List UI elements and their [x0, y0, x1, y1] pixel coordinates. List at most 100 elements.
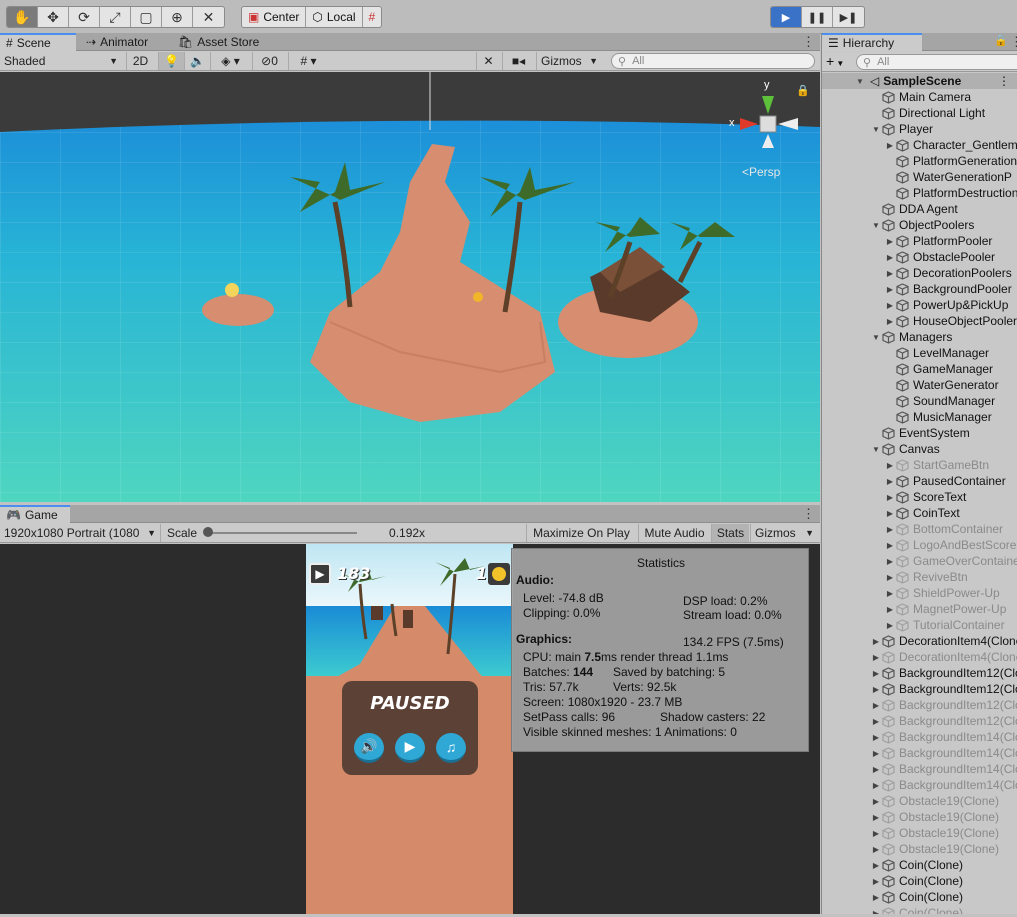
hierarchy-item[interactable]: ▶ HouseObjectPooler — [822, 313, 1017, 329]
hierarchy-item[interactable]: ▶ BackgroundPooler — [822, 281, 1017, 297]
camera-dropdown[interactable]: ■◂ — [502, 52, 534, 70]
hierarchy-item[interactable]: ▶ LogoAndBestScore — [822, 537, 1017, 553]
fold-closed-icon[interactable]: ▶ — [884, 541, 896, 550]
fold-closed-icon[interactable]: ▶ — [870, 749, 882, 758]
hierarchy-item[interactable]: ▶ Obstacle19(Clone) — [822, 825, 1017, 841]
hierarchy-item[interactable]: ▶ TutorialContainer — [822, 617, 1017, 633]
mute-audio-toggle[interactable]: Mute Audio — [638, 524, 710, 542]
custom-tool-icon[interactable]: ✕ — [193, 7, 224, 27]
fold-closed-icon[interactable]: ▶ — [884, 509, 896, 518]
fold-closed-icon[interactable]: ▶ — [870, 701, 882, 710]
hierarchy-item[interactable]: ▶ BottomContainer — [822, 521, 1017, 537]
stats-toggle[interactable]: Stats — [711, 524, 749, 542]
rect-tool-icon[interactable]: ▢ — [131, 7, 162, 27]
tab-animator[interactable]: ⇢ Animator — [80, 33, 154, 51]
tab-asset-store[interactable]: 🛍 Asset Store — [172, 33, 265, 51]
fold-closed-icon[interactable]: ▶ — [870, 781, 882, 790]
hierarchy-item[interactable]: DDA Agent — [822, 201, 1017, 217]
scale-slider-thumb[interactable] — [203, 527, 214, 537]
fold-closed-icon[interactable]: ▶ — [884, 493, 896, 502]
scene-root-row[interactable]: ▼ ◁ SampleScene ⋮ — [822, 73, 1017, 89]
fold-closed-icon[interactable]: ▶ — [884, 269, 896, 278]
hierarchy-item[interactable]: ▶ ScoreText — [822, 489, 1017, 505]
fold-closed-icon[interactable]: ▶ — [870, 765, 882, 774]
grid-snap-button[interactable]: # — [363, 7, 382, 27]
hierarchy-item[interactable]: ▶ Coin(Clone) — [822, 905, 1017, 914]
fold-open-icon[interactable]: ▼ — [870, 445, 882, 454]
hierarchy-item[interactable]: ▶ BackgroundItem14(Clone) — [822, 777, 1017, 793]
hierarchy-item[interactable]: ▶ PowerUp&PickUp — [822, 297, 1017, 313]
hierarchy-item[interactable]: MusicManager — [822, 409, 1017, 425]
fold-closed-icon[interactable]: ▶ — [884, 317, 896, 326]
hierarchy-lock-icon[interactable]: 🔒 — [994, 34, 1008, 47]
fold-closed-icon[interactable]: ▶ — [870, 861, 882, 870]
fold-closed-icon[interactable]: ▶ — [870, 637, 882, 646]
tab-scene[interactable]: # Scene — [0, 33, 76, 51]
fold-closed-icon[interactable]: ▶ — [870, 909, 882, 915]
hierarchy-item[interactable]: ▶ StartGameBtn — [822, 457, 1017, 473]
hierarchy-item[interactable]: ▶ BackgroundItem14(Clone) — [822, 761, 1017, 777]
hierarchy-item[interactable]: ▶ BackgroundItem14(Clone) — [822, 745, 1017, 761]
fold-closed-icon[interactable]: ▶ — [884, 589, 896, 598]
hierarchy-item[interactable]: ▶ DecorationPoolers — [822, 265, 1017, 281]
pause-button[interactable]: ❚❚ — [802, 7, 833, 27]
step-button[interactable]: ▶❚ — [833, 7, 864, 27]
create-add-button[interactable]: + ▼ — [826, 53, 844, 69]
effects-dropdown[interactable]: ◈ ▾ — [210, 52, 250, 70]
fold-closed-icon[interactable]: ▶ — [870, 685, 882, 694]
scale-tool-icon[interactable]: ⤢ — [100, 7, 131, 27]
hierarchy-item[interactable]: ▶ Coin(Clone) — [822, 889, 1017, 905]
hierarchy-item[interactable]: ▶ ReviveBtn — [822, 569, 1017, 585]
hierarchy-search-input[interactable]: ⚲ All — [856, 54, 1017, 70]
hand-tool-icon[interactable]: ✋ — [7, 7, 38, 27]
hierarchy-item[interactable]: EventSystem — [822, 425, 1017, 441]
hierarchy-item[interactable]: ▶ ShieldPower-Up — [822, 585, 1017, 601]
hierarchy-item[interactable]: ▶ BackgroundItem12(Clone) — [822, 697, 1017, 713]
fold-closed-icon[interactable]: ▶ — [884, 237, 896, 246]
music-button[interactable]: ♫ — [436, 733, 466, 763]
hierarchy-menu-icon[interactable]: ⋮ — [1010, 34, 1017, 50]
game-menu-icon[interactable]: ⋮ — [802, 506, 815, 522]
fold-open-icon[interactable]: ▼ — [870, 221, 882, 230]
scene-menu-icon[interactable]: ⋮ — [802, 34, 815, 50]
transform-tool-icon[interactable]: ⊕ — [162, 7, 193, 27]
tools-button[interactable]: ✕ — [476, 52, 500, 70]
hierarchy-item[interactable]: WaterGenerationP — [822, 169, 1017, 185]
hierarchy-item[interactable]: GameManager — [822, 361, 1017, 377]
mode-2d-button[interactable]: 2D — [126, 52, 154, 70]
move-tool-icon[interactable]: ✥ — [38, 7, 69, 27]
scene-search-input[interactable]: ⚲ All — [611, 53, 815, 69]
fold-closed-icon[interactable]: ▶ — [870, 669, 882, 678]
grid-toggle[interactable]: # ▾ — [288, 52, 328, 70]
lock-icon[interactable]: 🔒 — [796, 84, 810, 97]
fold-closed-icon[interactable]: ▶ — [884, 461, 896, 470]
hierarchy-item[interactable]: PlatformGeneration — [822, 153, 1017, 169]
tab-game[interactable]: 🎮 Game — [0, 505, 70, 523]
audio-toggle[interactable]: 🔈 — [184, 52, 210, 70]
hierarchy-item[interactable]: ▼ Canvas — [822, 441, 1017, 457]
pivot-center-button[interactable]: ▣ Center — [242, 7, 307, 27]
scale-slider[interactable] — [203, 527, 358, 537]
hierarchy-item[interactable]: ▶ Obstacle19(Clone) — [822, 809, 1017, 825]
scene-menu-icon[interactable]: ⋮ — [998, 74, 1010, 88]
hierarchy-item[interactable]: SoundManager — [822, 393, 1017, 409]
hierarchy-item[interactable]: ▶ Coin(Clone) — [822, 873, 1017, 889]
fold-closed-icon[interactable]: ▶ — [884, 285, 896, 294]
hierarchy-item[interactable]: ▶ Coin(Clone) — [822, 857, 1017, 873]
fold-closed-icon[interactable]: ▶ — [884, 557, 896, 566]
maximize-on-play-toggle[interactable]: Maximize On Play — [526, 524, 636, 542]
fold-open-icon[interactable]: ▼ — [870, 125, 882, 134]
hierarchy-item[interactable]: ▶ PausedContainer — [822, 473, 1017, 489]
hierarchy-item[interactable]: ▶ BackgroundItem12(Clone) — [822, 713, 1017, 729]
hierarchy-item[interactable]: ▶ ObstaclePooler — [822, 249, 1017, 265]
hierarchy-item[interactable]: ▶ Obstacle19(Clone) — [822, 841, 1017, 857]
hierarchy-item[interactable]: ▶ BackgroundItem12(Clone) — [822, 681, 1017, 697]
hierarchy-item[interactable]: PlatformDestruction — [822, 185, 1017, 201]
fold-open-icon[interactable]: ▼ — [854, 77, 866, 86]
scene-viewport[interactable]: y x <Persp 🔒 — [0, 72, 820, 502]
hierarchy-item[interactable]: ▼ Managers — [822, 329, 1017, 345]
fold-closed-icon[interactable]: ▶ — [870, 829, 882, 838]
rotate-tool-icon[interactable]: ⟳ — [69, 7, 100, 27]
fold-closed-icon[interactable]: ▶ — [884, 141, 896, 150]
fold-closed-icon[interactable]: ▶ — [870, 733, 882, 742]
